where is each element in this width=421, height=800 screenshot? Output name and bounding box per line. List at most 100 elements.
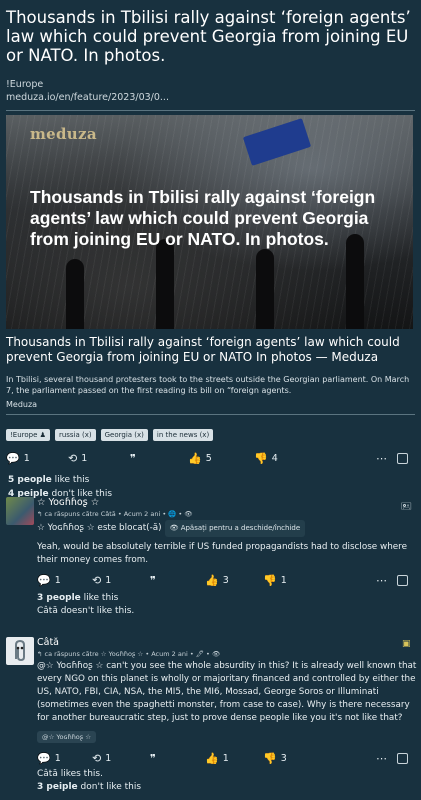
select-checkbox[interactable] <box>397 574 408 586</box>
avatar[interactable] <box>6 637 34 665</box>
repeat-icon: ⟲ <box>92 751 102 765</box>
comment-meta: ↰ ca răspuns către Câtă • Acum 2 ani • 🌐… <box>37 510 193 518</box>
comment-action-bar: 💬 1 ⟲ 1 ❞ 👍 1 👎 3 ⋯ <box>0 747 421 769</box>
tag[interactable]: Georgia (x) <box>100 429 148 441</box>
blocked-notice: ☆ Yoɢɦɦᴏʂ ☆ este blocat(-ă) 👁 Apăsați pen… <box>37 520 417 537</box>
like-count: 3 <box>222 574 229 586</box>
dislikes-text: don't like this <box>80 782 142 792</box>
protester-silhouette <box>66 259 84 329</box>
reply-button[interactable]: 💬 1 <box>37 752 61 765</box>
comment-body: @☆ Yoɢɦɦᴏʂ ☆ can't you see the whole abs… <box>37 661 417 723</box>
thumbs-down-icon: 👎 <box>263 751 277 765</box>
comment-icon: 💬 <box>37 573 51 587</box>
more-dots-icon: ⋯ <box>376 751 387 765</box>
comment-meta: ↰ ca răspuns către ☆ Yoɢɦɦᴏʂ ☆ • Acum 2 … <box>37 650 221 658</box>
repeat-icon: ⟲ <box>92 573 102 587</box>
likes-line[interactable]: 3 people like this <box>37 591 118 605</box>
more-button[interactable]: ⋯ <box>376 752 387 765</box>
dislikes-line[interactable]: 3 peiple don't like this <box>37 780 141 794</box>
reply-count: 1 <box>23 452 30 464</box>
tag[interactable]: russia (x) <box>54 429 96 441</box>
likes-line[interactable]: Câtă likes this. <box>37 767 103 781</box>
reply-button[interactable]: 💬 1 <box>6 452 30 465</box>
quote-button[interactable]: ❞ <box>150 752 156 765</box>
reply-count: 1 <box>54 574 61 586</box>
boost-button[interactable]: ⟲ 1 <box>92 752 111 765</box>
select-checkbox[interactable] <box>397 752 408 764</box>
like-button[interactable]: 👍 5 <box>188 452 212 465</box>
bot-icon: 🖭 <box>401 502 412 512</box>
post: Thousands in Tbilisi rally against ‘fore… <box>0 0 421 501</box>
likes-text: like this <box>54 475 90 485</box>
select-checkbox[interactable] <box>397 452 408 464</box>
community-link[interactable]: !Europe <box>6 78 415 91</box>
tag[interactable]: !Europe ♟ <box>6 429 50 441</box>
comment: Câtă ↰ ca răspuns către ☆ Yoɢɦɦᴏʂ ☆ • Ac… <box>0 635 421 800</box>
post-title[interactable]: Thousands in Tbilisi rally against ‘fore… <box>6 8 415 65</box>
more-dots-icon: ⋯ <box>376 451 387 465</box>
boost-button[interactable]: ⟲ 1 <box>68 452 87 465</box>
likes-count: 3 people <box>37 593 81 603</box>
divider <box>6 110 415 111</box>
more-dots-icon: ⋯ <box>376 573 387 587</box>
tag-list: !Europe ♟ russia (x) Georgia (x) in the … <box>6 429 415 441</box>
boost-count: 1 <box>105 752 112 764</box>
dislike-count: 4 <box>271 452 278 464</box>
thumbs-down-icon: 👎 <box>263 573 277 587</box>
thumbs-up-icon: 👍 <box>205 751 219 765</box>
thumbs-up-icon: 👍 <box>188 451 202 465</box>
dislikes-count: 3 peiple <box>37 782 78 792</box>
thumbs-up-icon: 👍 <box>205 573 219 587</box>
like-count: 1 <box>222 752 229 764</box>
badge-icon: ▣ <box>402 639 411 649</box>
post-link[interactable]: meduza.io/en/feature/2023/03/0... <box>6 91 415 104</box>
more-button[interactable]: ⋯ <box>376 574 387 587</box>
comment-icon: 💬 <box>6 451 20 465</box>
quote-button[interactable]: ❞ <box>150 574 156 587</box>
divider <box>6 414 415 415</box>
quote-icon: ❞ <box>130 451 136 465</box>
likes-text: like this <box>83 593 119 603</box>
meduza-logo: meduza <box>30 125 97 143</box>
quote-button[interactable]: ❞ <box>130 452 136 465</box>
card-description: In Tbilisi, several thousand protesters … <box>6 375 410 395</box>
reply-button[interactable]: 💬 1 <box>37 574 61 587</box>
card-source: Meduza <box>6 400 38 409</box>
toggle-blocked-button[interactable]: 👁 Apăsați pentru a deschide/închide <box>164 520 306 537</box>
tag[interactable]: in the news (x) <box>152 429 214 441</box>
quote-icon: ❞ <box>150 573 156 587</box>
boost-count: 1 <box>105 574 112 586</box>
mention-tag[interactable]: @☆ Yoɢɦɦᴏʂ ☆ <box>37 731 97 743</box>
dislikes-line[interactable]: Câtă doesn't like this. <box>37 604 134 618</box>
comment-author[interactable]: Câtă <box>37 637 59 648</box>
avatar[interactable] <box>6 497 34 525</box>
more-button[interactable]: ⋯ <box>376 452 387 465</box>
dislike-button[interactable]: 👎 4 <box>254 452 278 465</box>
dislike-count: 3 <box>280 752 287 764</box>
thumbs-down-icon: 👎 <box>254 451 268 465</box>
dislike-button[interactable]: 👎 3 <box>263 752 287 765</box>
protester-silhouette <box>156 239 174 329</box>
likes-count: 5 people <box>8 475 52 485</box>
comment-body: Yeah, would be absolutely terrible if US… <box>37 542 408 565</box>
boost-count: 1 <box>81 452 88 464</box>
comment-author[interactable]: ☆ Yoɢɦɦᴏʂ ☆ <box>37 497 99 508</box>
like-button[interactable]: 👍 1 <box>205 752 229 765</box>
dislike-button[interactable]: 👎 1 <box>263 574 287 587</box>
comment-icon: 💬 <box>37 751 51 765</box>
dislike-count: 1 <box>280 574 287 586</box>
reply-count: 1 <box>54 752 61 764</box>
boost-button[interactable]: ⟲ 1 <box>92 574 111 587</box>
quote-icon: ❞ <box>150 751 156 765</box>
comment: ☆ Yoɢɦɦᴏʂ ☆ ↰ ca răspuns către Câtă • Ac… <box>0 495 421 620</box>
link-preview-image[interactable]: meduza Thousands in Tbilisi rally agains… <box>6 115 413 329</box>
comment-action-bar: 💬 1 ⟲ 1 ❞ 👍 3 👎 1 ⋯ <box>0 569 421 591</box>
like-button[interactable]: 👍 3 <box>205 574 229 587</box>
like-count: 5 <box>205 452 212 464</box>
likes-line[interactable]: 5 people like this <box>6 473 415 487</box>
repeat-icon: ⟲ <box>68 451 78 465</box>
blocked-text: ☆ Yoɢɦɦᴏʂ ☆ este blocat(-ă) <box>37 523 162 533</box>
paperclip-icon <box>15 639 25 662</box>
protester-silhouette <box>256 249 274 329</box>
card-title[interactable]: Thousands in Tbilisi rally against ‘fore… <box>6 335 415 365</box>
